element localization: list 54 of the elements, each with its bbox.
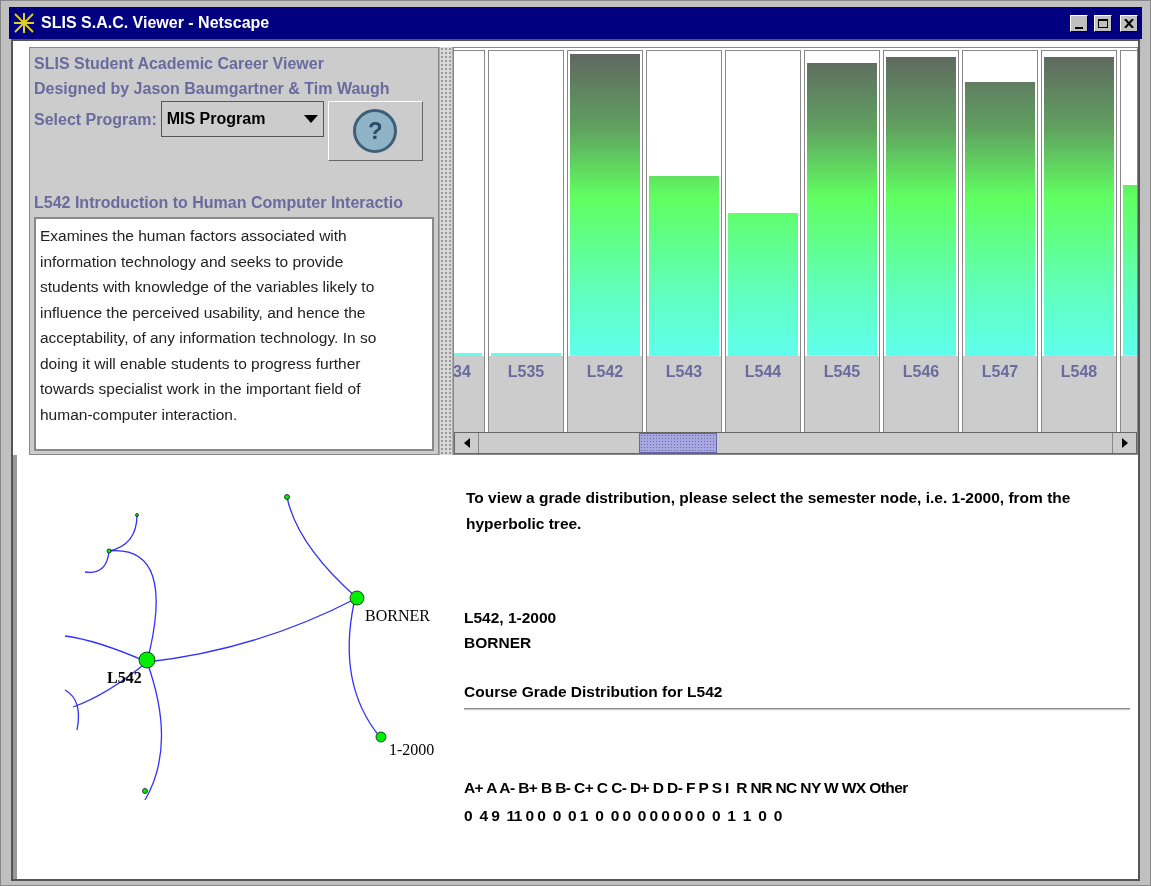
selected-course-semester: L542, 1-2000 bbox=[463, 608, 558, 628]
course-bar[interactable]: L546 bbox=[883, 50, 959, 432]
course-bar[interactable]: L547 bbox=[962, 50, 1038, 432]
course-code: L542 bbox=[586, 362, 624, 382]
splitter-handle[interactable] bbox=[439, 47, 453, 455]
node-label[interactable]: 1-2000 bbox=[389, 741, 435, 758]
course-code: L543 bbox=[665, 362, 703, 382]
grades-header: A+ A A- B+ B B- C+ C C- D+ D D- F P S I R NR NC NY W WX Other bbox=[463, 778, 909, 798]
course-code: L547 bbox=[981, 362, 1019, 382]
course-bar[interactable]: L543 bbox=[646, 50, 722, 432]
node-label[interactable]: BORNER bbox=[365, 607, 430, 624]
tree-node[interactable] bbox=[284, 494, 290, 500]
tree-node[interactable] bbox=[349, 590, 365, 606]
distribution-title: Course Grade Distribution for L542 bbox=[463, 682, 724, 702]
course-bar[interactable]: L542 bbox=[567, 50, 643, 432]
course-code: L535 bbox=[507, 362, 545, 382]
course-code: L546 bbox=[902, 362, 940, 382]
program-dropdown[interactable]: MIS Program bbox=[160, 101, 324, 137]
course-code: L544 bbox=[744, 362, 782, 382]
help-button[interactable]: ? bbox=[327, 101, 423, 161]
instruction-text: To view a grade distribution, please select the semester node, i.e. 1-2000, from the hyperbolic tree. bbox=[465, 488, 1072, 534]
horizontal-scrollbar[interactable] bbox=[454, 432, 1137, 454]
window-title: SLIS S.A.C. Viewer - Netscape bbox=[41, 13, 271, 33]
maximize-icon bbox=[1098, 18, 1108, 28]
course-code: L545 bbox=[823, 362, 861, 382]
course-bar[interactable]: L545 bbox=[804, 50, 880, 432]
app-title: SLIS Student Academic Career Viewer bbox=[34, 54, 325, 74]
course-title: L542 Introduction to Human Computer Interactio bbox=[34, 193, 404, 213]
course-bar[interactable]: L535 bbox=[488, 50, 564, 432]
course-code: L548 bbox=[1060, 362, 1098, 382]
left-arrow-icon bbox=[463, 438, 470, 448]
course-bar[interactable]: L544 bbox=[725, 50, 801, 432]
maximize-button[interactable] bbox=[1094, 14, 1112, 32]
minimize-icon bbox=[1075, 26, 1083, 29]
selected-instructor: BORNER bbox=[463, 633, 533, 653]
close-button[interactable] bbox=[1120, 14, 1138, 32]
grade-counts: 0 4 9 11 0 0 0 0 1 0 0 0 0 0 0 0 0 0 0 1 1 0 0 bbox=[463, 806, 783, 826]
authors: Designed by Jason Baumgartner & Tim Waugh bbox=[34, 79, 391, 99]
scrollbar-thumb[interactable] bbox=[639, 433, 717, 453]
course-code: 34 bbox=[454, 362, 471, 382]
tree-node[interactable] bbox=[138, 651, 156, 669]
close-icon bbox=[1124, 18, 1134, 28]
right-arrow-icon bbox=[1121, 438, 1128, 448]
tree-node[interactable] bbox=[375, 731, 387, 743]
program-label: Select Program: bbox=[34, 110, 157, 130]
course-bar[interactable]: L548 bbox=[1041, 50, 1117, 432]
tree-node[interactable] bbox=[135, 513, 139, 517]
tree-node[interactable] bbox=[106, 548, 112, 554]
tree-node[interactable] bbox=[142, 788, 148, 794]
course-bar[interactable]: 34 bbox=[454, 50, 485, 432]
minimize-button[interactable] bbox=[1070, 14, 1088, 32]
app-logo-icon bbox=[13, 12, 35, 34]
dropdown-arrow-icon bbox=[303, 115, 318, 123]
course-description: Examines the human factors associated with information technology and seeks to provide students with knowledge of the variables likely to influence the perceived usability, and hence the acceptability, of any information technology. In so doing it will enable students to progress further towards specialist work in the important field of human-computer interaction. bbox=[34, 217, 434, 451]
